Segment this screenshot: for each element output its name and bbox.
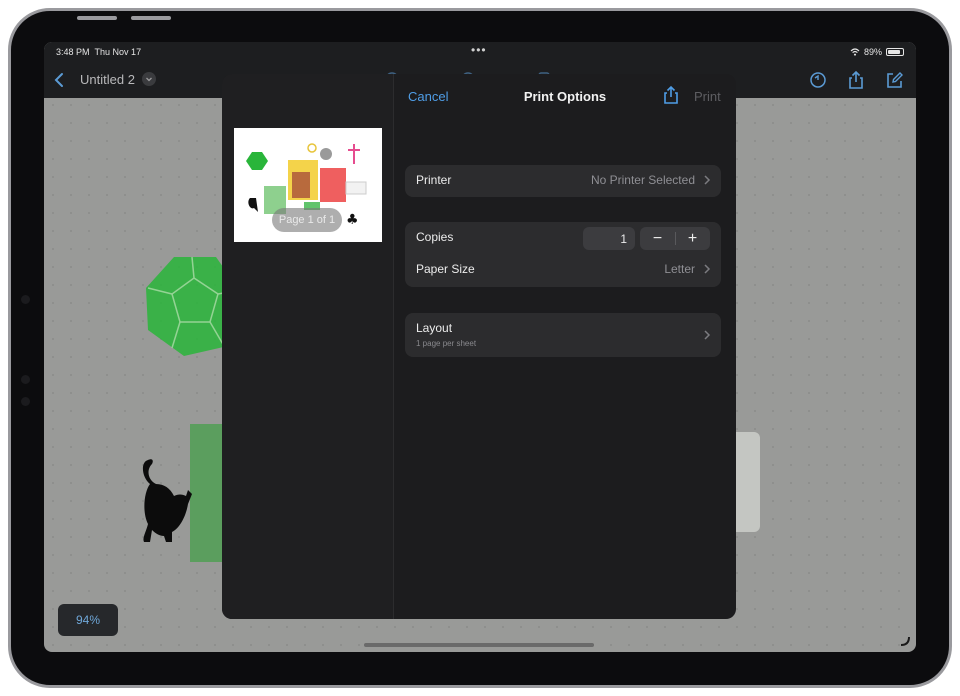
- multitasking-dots-icon[interactable]: •••: [471, 43, 487, 57]
- layout-row[interactable]: Layout 1 page per sheet: [405, 313, 721, 357]
- sensor-dot: [21, 375, 30, 384]
- printer-value: No Printer Selected: [590, 173, 695, 187]
- copies-count-field[interactable]: 1: [583, 227, 635, 250]
- resize-corner-icon: [900, 636, 910, 646]
- nav-actions: [808, 70, 904, 90]
- chevron-right-icon: [704, 264, 711, 274]
- printer-label: Printer: [416, 173, 452, 187]
- ipad-screen: 3:48 PM Thu Nov 17 ••• 89% Untitled 2 94…: [44, 42, 916, 652]
- paper-size-label: Paper Size: [416, 262, 475, 276]
- printer-row[interactable]: Printer No Printer Selected: [405, 165, 721, 197]
- chevron-right-icon: [704, 175, 711, 185]
- page-count-label: Page 1 of 1: [272, 208, 342, 232]
- status-bar: 3:48 PM Thu Nov 17 ••• 89%: [44, 42, 916, 62]
- cancel-button[interactable]: Cancel: [408, 89, 448, 104]
- share-icon[interactable]: [662, 85, 680, 105]
- battery-icon: [886, 48, 904, 56]
- layout-sublabel: 1 page per sheet: [416, 339, 477, 348]
- printer-group: Printer No Printer Selected: [405, 165, 721, 197]
- wifi-icon: [850, 48, 860, 56]
- copies-label: Copies: [416, 230, 454, 244]
- title-menu-chevron-icon[interactable]: [142, 72, 156, 86]
- svg-text:♣: ♣: [346, 212, 359, 228]
- volume-button: [131, 16, 171, 20]
- print-preview-pane: ♣ Page 1 of 1: [222, 74, 394, 619]
- home-indicator[interactable]: [364, 643, 594, 647]
- share-icon[interactable]: [846, 70, 866, 90]
- print-button[interactable]: Print: [694, 89, 721, 104]
- copies-stepper: − +: [640, 227, 710, 250]
- volume-button: [77, 16, 117, 20]
- undo-icon[interactable]: [808, 70, 828, 90]
- zoom-level-badge[interactable]: 94%: [58, 604, 118, 636]
- print-options-sheet: ♣ Page 1 of 1 Print Options Cancel Print…: [222, 74, 736, 619]
- back-chevron-icon[interactable]: [52, 70, 68, 90]
- battery-percent: 89%: [863, 47, 882, 57]
- compose-icon[interactable]: [884, 70, 904, 90]
- copies-paper-group: Copies 1 − + Paper Size Letter: [405, 222, 721, 287]
- status-time: 3:48 PM Thu Nov 17: [56, 47, 142, 57]
- copies-row: Copies 1 − +: [405, 222, 721, 254]
- status-right: 89%: [850, 47, 904, 57]
- black-cat-image[interactable]: [136, 454, 194, 544]
- chevron-right-icon: [704, 330, 711, 340]
- decrement-copies-button[interactable]: −: [640, 227, 675, 250]
- document-title[interactable]: Untitled 2: [80, 72, 135, 87]
- increment-copies-button[interactable]: +: [675, 227, 710, 250]
- camera-dot: [21, 295, 30, 304]
- layout-group: Layout 1 page per sheet: [405, 313, 721, 357]
- print-settings-pane: Print Options Cancel Print Printer No Pr…: [394, 74, 736, 619]
- layout-label: Layout: [416, 321, 453, 335]
- paper-size-value: Letter: [664, 262, 695, 276]
- page-preview-thumbnail[interactable]: ♣ Page 1 of 1: [234, 128, 382, 242]
- paper-size-row[interactable]: Paper Size Letter: [405, 254, 721, 286]
- sensor-dot: [21, 397, 30, 406]
- grey-card-shape[interactable]: [734, 432, 760, 532]
